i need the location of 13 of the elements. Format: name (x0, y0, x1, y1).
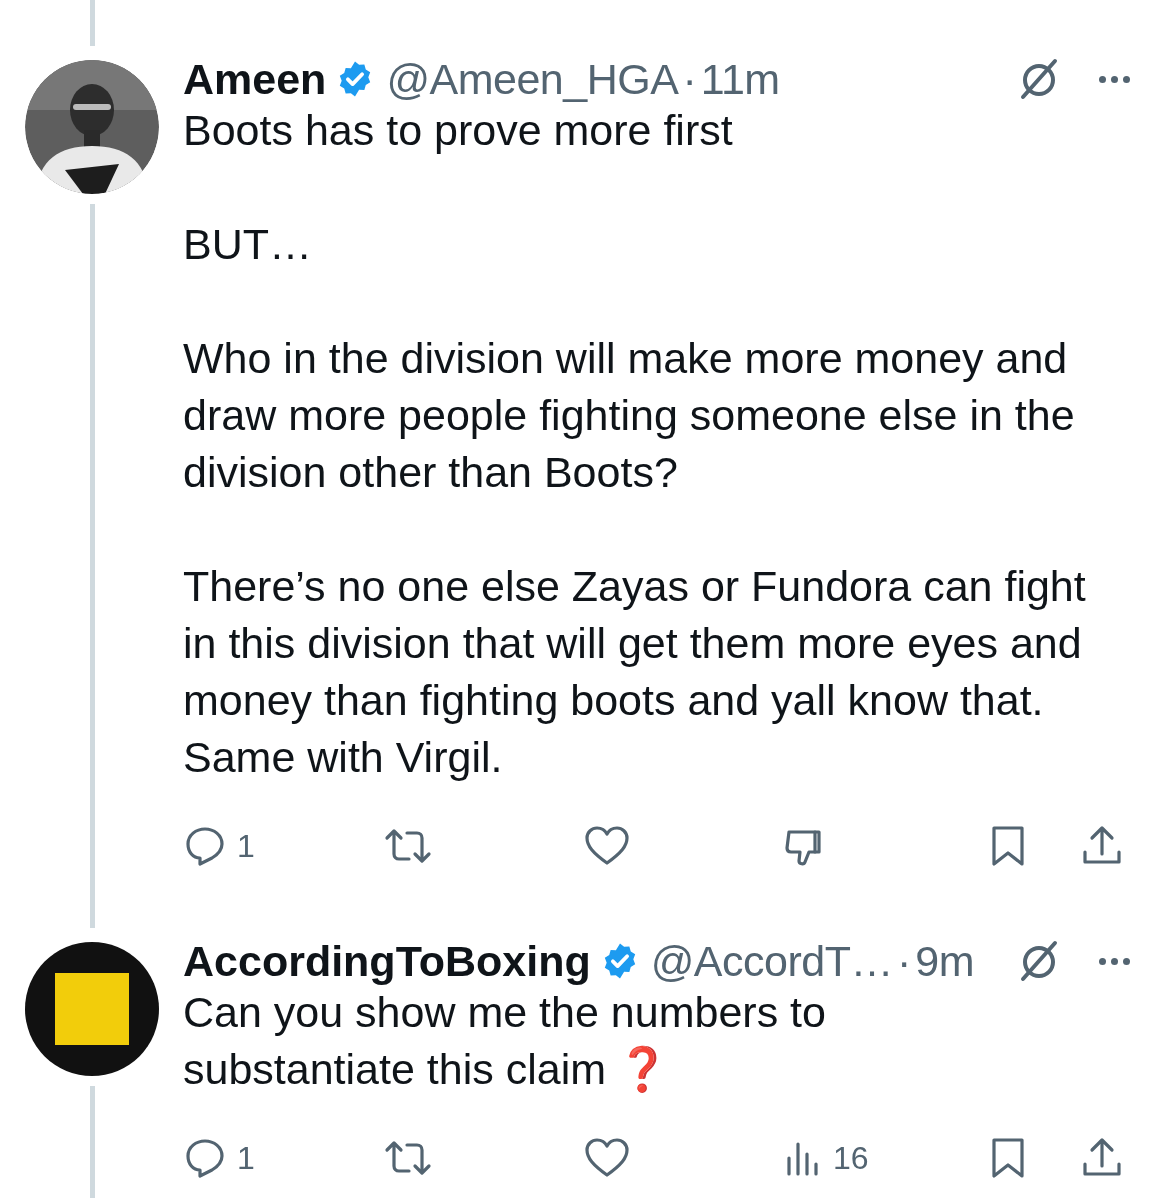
heart-icon[interactable] (583, 1136, 631, 1180)
separator-dot: · (896, 935, 912, 987)
separator-dot: · (682, 53, 697, 105)
tweet-text: Who in the division will make more money and draw more people fighting someone else in the division other than Boots? (183, 333, 1076, 498)
reply-count: 1 (237, 827, 255, 866)
tweet-text: BUT… (183, 219, 313, 270)
heart-icon[interactable] (583, 824, 631, 868)
reply-icon[interactable] (183, 824, 227, 868)
reply-icon[interactable] (183, 1136, 227, 1180)
tweet-text: There’s no one else Zayas or Fundora can fight in this division that will get them more eyes and money than fighting boots and yall know that. Same with Virgil. (183, 561, 1087, 783)
view-count: 16 (833, 1139, 869, 1178)
timestamp[interactable]: 9m (915, 928, 974, 994)
reply-count: 1 (237, 1139, 255, 1178)
